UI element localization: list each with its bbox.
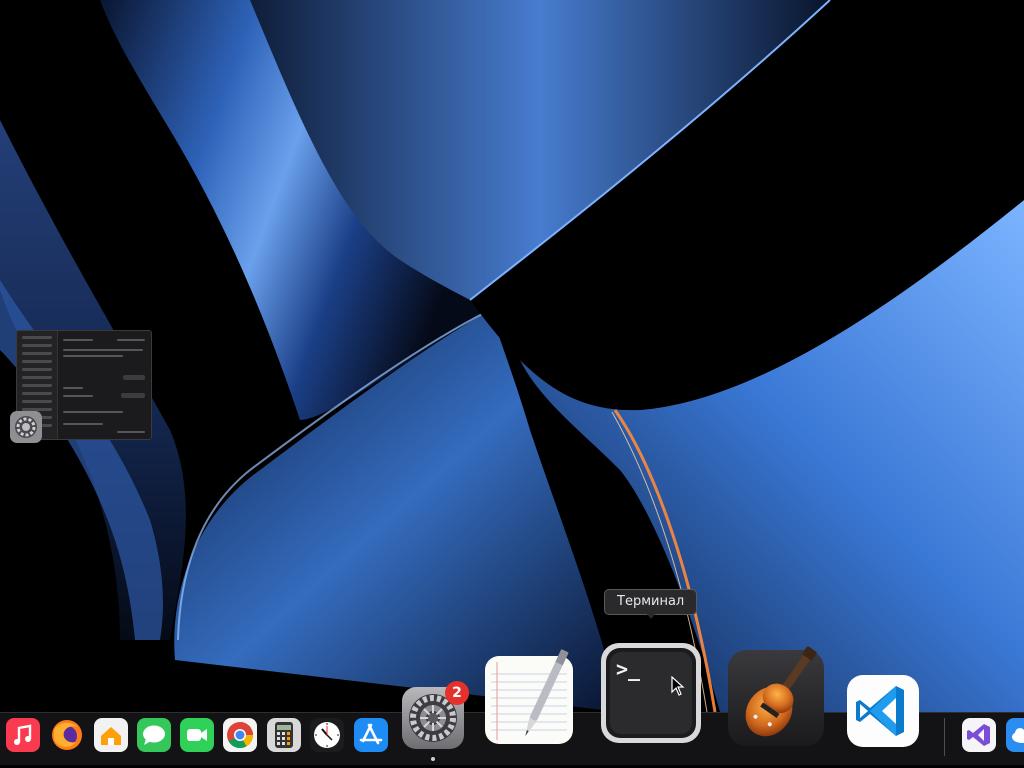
firefox-icon	[52, 720, 82, 750]
dock-item-firefox[interactable]	[50, 718, 84, 752]
dock-separator	[944, 718, 945, 756]
dock-item-terminal[interactable]: >_	[600, 642, 702, 744]
dock-item-visual-studio[interactable]	[962, 718, 996, 752]
cursor-icon	[671, 676, 685, 696]
dock-item-music[interactable]	[6, 718, 40, 752]
clock-icon	[310, 718, 344, 752]
dock-item-app-store[interactable]	[354, 718, 388, 752]
guitar-icon	[728, 646, 824, 746]
facetime-icon	[180, 718, 214, 752]
dock-item-chrome[interactable]	[223, 718, 257, 752]
dock-item-calculator[interactable]	[267, 718, 301, 752]
app-store-icon	[354, 718, 388, 752]
dock-item-vscode[interactable]	[846, 674, 920, 748]
dock-item-facetime[interactable]	[180, 718, 214, 752]
textedit-icon	[485, 649, 573, 744]
dock-item-clock[interactable]	[310, 718, 344, 752]
dock-item-icloud[interactable]	[1006, 718, 1024, 752]
dock-item-home[interactable]	[94, 718, 128, 752]
tooltip-arrow	[645, 612, 657, 619]
visual-studio-icon	[962, 718, 996, 752]
dock-item-textedit[interactable]	[483, 648, 577, 748]
terminal-icon: >_	[601, 643, 701, 743]
running-indicator	[431, 757, 435, 761]
cloud-icon	[1006, 718, 1024, 752]
home-icon	[94, 718, 128, 752]
calculator-icon	[267, 718, 301, 752]
dock-item-messages[interactable]	[137, 718, 171, 752]
gear-icon[interactable]	[10, 411, 42, 443]
vscode-icon	[847, 675, 919, 747]
svg-text:>_: >_	[616, 657, 641, 681]
chrome-icon	[223, 718, 257, 752]
desktop: Терминал 2 >_	[0, 0, 1024, 768]
music-icon	[6, 718, 40, 752]
notification-badge: 2	[445, 681, 469, 705]
dock-item-garageband[interactable]	[727, 640, 825, 748]
messages-icon	[137, 718, 171, 752]
